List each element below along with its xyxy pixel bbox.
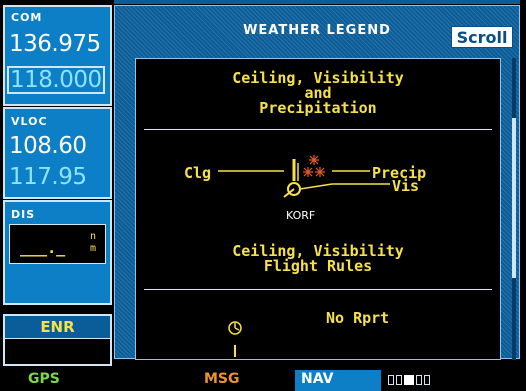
distance-unit-top: n xyxy=(90,231,97,242)
com-label: COM xyxy=(11,11,43,24)
scrollbar-thumb[interactable] xyxy=(512,118,516,278)
scroll-button[interactable]: Scroll xyxy=(451,26,513,48)
msg-annunciator[interactable]: MSG xyxy=(204,371,240,387)
station-identifier: KORF xyxy=(286,209,316,222)
scrollbar-track[interactable] xyxy=(512,58,516,360)
section2-title-line2: Flight Rules xyxy=(263,257,373,275)
vloc-active-frequency: 108.60 xyxy=(9,133,87,159)
top-status-strip xyxy=(114,0,520,4)
no-report-station-icon xyxy=(228,321,242,357)
distance-label: DIS xyxy=(11,208,36,221)
nav-page-group: NAV xyxy=(295,370,381,391)
page-indicator-4 xyxy=(416,375,422,385)
section1-title: Ceiling, Visibility and Precipitation xyxy=(136,71,500,116)
section1-divider xyxy=(144,129,492,130)
vloc-label: VLOC xyxy=(11,115,48,128)
section2-title: Ceiling, Visibility Flight Rules xyxy=(136,244,500,274)
distance-field: ___._ n m xyxy=(9,224,106,264)
station-plot-diagram xyxy=(218,155,390,198)
gps-annunciator: GPS xyxy=(28,371,60,387)
com-active-frequency: 136.975 xyxy=(9,31,101,57)
no-report-label: No Rprt xyxy=(326,309,390,327)
section2-divider xyxy=(144,289,492,290)
distance-value: ___._ xyxy=(20,239,66,257)
vloc-radio-box[interactable]: VLOC 108.60 117.95 xyxy=(3,107,112,199)
com-standby-frequency[interactable]: 118.000 xyxy=(7,66,105,94)
bottom-status-bar: GPS MSG NAV xyxy=(0,370,526,391)
flight-phase-label: ENR xyxy=(5,316,110,338)
weather-legend-window: WEATHER LEGEND Scroll Ceiling, Visibilit… xyxy=(114,5,520,360)
page-indicator-5 xyxy=(424,375,430,385)
vloc-standby-frequency[interactable]: 117.95 xyxy=(9,164,87,190)
section1-title-line3: Precipitation xyxy=(259,99,377,117)
com-radio-box[interactable]: COM 136.975 118.000 xyxy=(3,5,112,106)
page-indicator-2 xyxy=(396,375,402,385)
distance-unit-bottom: m xyxy=(90,243,97,254)
flight-phase-divider xyxy=(5,338,110,339)
distance-box: DIS ___._ n m xyxy=(3,200,112,305)
snow-precip-icon xyxy=(303,155,325,177)
flight-phase-box: ENR xyxy=(3,314,112,366)
visibility-tick xyxy=(299,183,333,190)
page-indicator-3-active xyxy=(404,375,414,385)
legend-panel[interactable]: Ceiling, Visibility and Precipitation Cl… xyxy=(135,58,501,360)
page-indicator-1 xyxy=(388,375,394,385)
nav-page-label: NAV xyxy=(301,371,334,387)
